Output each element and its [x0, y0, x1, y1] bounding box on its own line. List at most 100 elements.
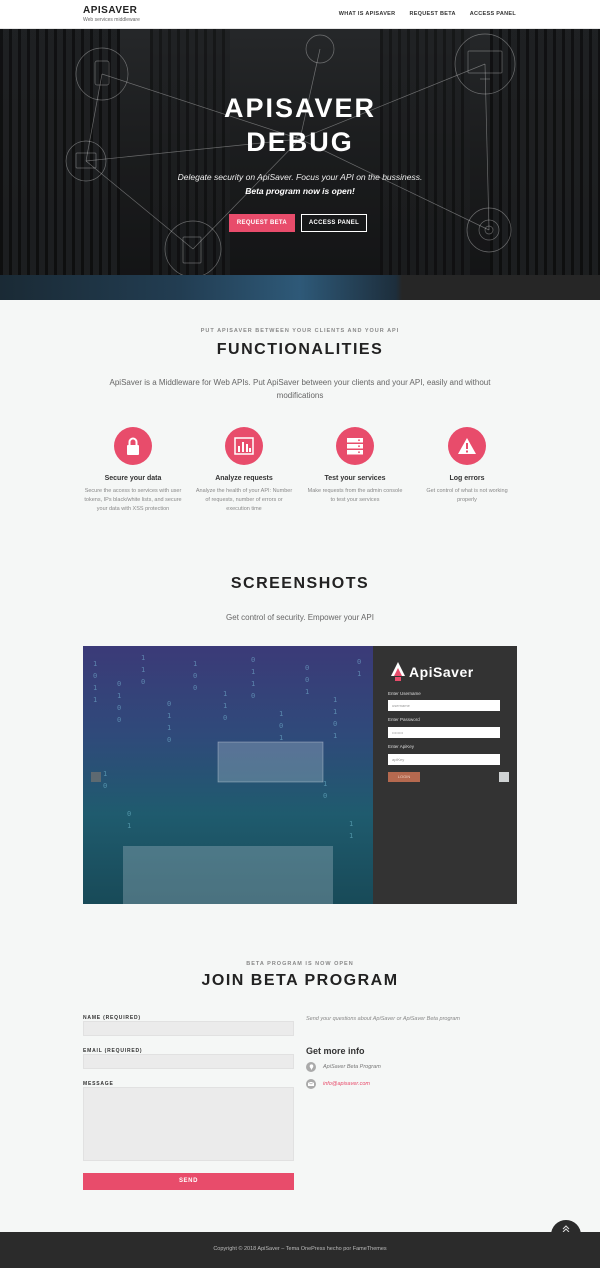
site-footer: Copyright © 2018 ApiSaver – Tema OnePres…: [0, 1232, 600, 1268]
site-title[interactable]: APISAVER: [83, 5, 140, 16]
svg-text:1: 1: [93, 696, 97, 704]
svg-text:0: 0: [323, 792, 327, 800]
slider-prev-arrow[interactable]: [91, 772, 101, 782]
svg-text:1: 1: [323, 780, 327, 788]
svg-text:1: 1: [223, 690, 227, 698]
login-panel-preview: ApiSaver Enter Username username Enter P…: [373, 646, 517, 904]
phone-icon: [94, 60, 110, 86]
feature-test-services: Test your services Make requests from th…: [305, 427, 405, 505]
site-tagline: Web services middleware: [83, 17, 140, 23]
svg-text:0: 0: [223, 714, 227, 722]
svg-text:0: 0: [357, 658, 361, 666]
svg-text:1: 1: [279, 734, 283, 742]
hero-title-line2: DEBUG: [246, 127, 354, 157]
server-icon: [336, 427, 374, 465]
site-brand[interactable]: APISAVER Web services middleware: [83, 5, 140, 23]
svg-text:0: 0: [305, 664, 309, 672]
svg-text:0: 0: [193, 672, 197, 680]
screenshots-title: SCREENSHOTS: [230, 575, 370, 592]
svg-text:1: 1: [305, 688, 309, 696]
contact-email-link[interactable]: info@apisaver.com: [323, 1081, 370, 1087]
feature-analyze-requests: Analyze requests Analyze the health of y…: [194, 427, 294, 514]
svg-text:1: 1: [167, 712, 171, 720]
hero-bottom-strip: [0, 275, 600, 300]
functionalities-kicker: PUT APISAVER BETWEEN YOUR CLIENTS AND YO…: [200, 328, 400, 334]
hero-subtitle: Delegate security on ApiSaver. Focus you…: [177, 172, 423, 182]
svg-text:0: 0: [193, 684, 197, 692]
nav-item-access-panel[interactable]: ACCESS PANEL: [470, 11, 516, 17]
beta-title: JOIN BETA PROGRAM: [201, 972, 399, 989]
screenshot-slider[interactable]: 1011 0100 110 0110 100 110 0110 101 001 …: [83, 646, 517, 904]
contact-program-text: ApiSaver Beta Program: [323, 1064, 381, 1070]
login-button: LOGIN: [388, 772, 420, 782]
svg-text:0: 0: [117, 680, 121, 688]
svg-text:1: 1: [349, 820, 353, 828]
feature-description: Make requests from the admin console to …: [307, 488, 403, 503]
name-field[interactable]: [83, 1021, 294, 1036]
hero-title: APISAVER DEBUG: [0, 91, 600, 159]
hero-subtitle-beta: Beta program now is open!: [245, 186, 355, 196]
nav-item-request-beta[interactable]: REQUEST BETA: [409, 11, 455, 17]
svg-text:1: 1: [127, 822, 131, 830]
server-icon: [182, 236, 202, 264]
contact-intro-text: Send your questions about ApiSaver or Ap…: [306, 1016, 460, 1022]
svg-text:0: 0: [251, 692, 255, 700]
message-field[interactable]: [83, 1087, 294, 1161]
access-panel-button[interactable]: ACCESS PANEL: [301, 214, 367, 232]
beta-kicker: BETA PROGRAM IS NOW OPEN: [246, 961, 354, 967]
svg-text:0: 0: [167, 736, 171, 744]
location-icon: [306, 1062, 316, 1072]
warning-icon: [448, 427, 486, 465]
svg-text:1: 1: [117, 692, 121, 700]
apikey-input: apiKey: [388, 754, 500, 765]
password-input: ••••••••: [388, 727, 500, 738]
svg-text:1: 1: [333, 732, 337, 740]
screenshots-subtitle: Get control of security. Empower your AP…: [226, 613, 374, 622]
feature-description: Analyze the health of your API: Number o…: [195, 488, 293, 512]
svg-text:0: 0: [141, 678, 145, 686]
svg-text:1: 1: [349, 832, 353, 840]
binary-overlay-graphic: 1011 0100 110 0110 100 110 0110 101 001 …: [93, 654, 361, 904]
apisaver-logo-icon: [391, 662, 405, 681]
feature-title: Analyze requests: [215, 475, 273, 482]
svg-text:1: 1: [333, 708, 337, 716]
svg-text:1: 1: [93, 684, 97, 692]
send-button[interactable]: SEND: [83, 1173, 294, 1190]
svg-text:0: 0: [127, 810, 131, 818]
svg-text:0: 0: [251, 656, 255, 664]
slider-next-arrow[interactable]: [499, 772, 509, 782]
feature-title: Secure your data: [104, 475, 162, 482]
svg-text:1: 1: [141, 666, 145, 674]
svg-text:1: 1: [251, 680, 255, 688]
functionalities-title: FUNCTIONALITIES: [216, 341, 384, 358]
svg-text:0: 0: [279, 722, 283, 730]
nav-item-what-is[interactable]: WHAT IS APISAVER: [339, 11, 396, 17]
svg-text:1: 1: [357, 670, 361, 678]
password-label: Enter Password: [388, 717, 420, 722]
top-navbar: APISAVER Web services middleware WHAT IS…: [0, 0, 600, 29]
feature-title: Log errors: [449, 475, 485, 482]
request-beta-button[interactable]: REQUEST BETA: [229, 214, 295, 232]
hero-section: APISAVER DEBUG Delegate security on ApiS…: [0, 29, 600, 275]
feature-secure-data: Secure your data Secure the access to se…: [83, 427, 183, 514]
feature-description: Get control of what is not working prope…: [426, 488, 508, 503]
svg-text:0: 0: [305, 676, 309, 684]
svg-text:1: 1: [167, 724, 171, 732]
svg-text:0: 0: [117, 716, 121, 724]
svg-text:1: 1: [223, 702, 227, 710]
svg-text:1: 1: [333, 696, 337, 704]
username-input: username: [388, 700, 500, 711]
footer-copyright: Copyright © 2018 ApiSaver – Tema OnePres…: [213, 1246, 387, 1252]
email-field[interactable]: [83, 1054, 294, 1069]
email-icon: [306, 1079, 316, 1089]
svg-text:0: 0: [167, 700, 171, 708]
svg-text:0: 0: [103, 782, 107, 790]
bar-chart-icon: [225, 427, 263, 465]
feature-log-errors: Log errors Get control of what is not wo…: [417, 427, 517, 505]
svg-text:1: 1: [141, 654, 145, 662]
apikey-label: Enter ApiKey: [388, 744, 415, 749]
main-nav: WHAT IS APISAVER REQUEST BETA ACCESS PAN…: [339, 11, 516, 17]
feature-title: Test your services: [324, 475, 386, 482]
svg-text:1: 1: [279, 710, 283, 718]
svg-text:1: 1: [193, 660, 197, 668]
